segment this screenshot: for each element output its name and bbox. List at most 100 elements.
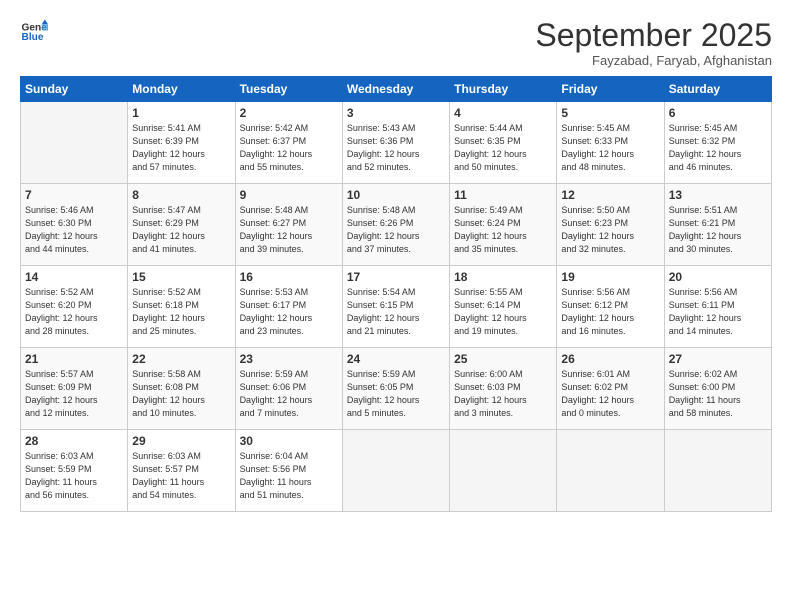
calendar-cell xyxy=(450,430,557,512)
calendar-body: 1 Sunrise: 5:41 AM Sunset: 6:39 PM Daylig… xyxy=(21,102,772,512)
day-number: 17 xyxy=(347,270,445,284)
calendar-cell xyxy=(664,430,771,512)
weekday-header-sunday: Sunday xyxy=(21,77,128,102)
weekday-header-wednesday: Wednesday xyxy=(342,77,449,102)
calendar-cell: 13Sunrise: 5:51 AM Sunset: 6:21 PM Dayli… xyxy=(664,184,771,266)
title-block: September 2025 Fayzabad, Faryab, Afghani… xyxy=(535,18,772,68)
day-number: 5 xyxy=(561,106,659,120)
weekday-header-tuesday: Tuesday xyxy=(235,77,342,102)
day-info: Sunrise: 5:57 AM Sunset: 6:09 PM Dayligh… xyxy=(25,368,123,420)
day-number: 19 xyxy=(561,270,659,284)
calendar-cell xyxy=(557,430,664,512)
calendar-cell: 8 Sunrise: 5:47 AM Sunset: 6:29 PM Daylig… xyxy=(128,184,235,266)
day-info: Sunrise: 5:46 AM Sunset: 6:30 PM Dayligh… xyxy=(25,204,123,256)
svg-text:Blue: Blue xyxy=(22,32,44,43)
weekday-header-thursday: Thursday xyxy=(450,77,557,102)
location: Fayzabad, Faryab, Afghanistan xyxy=(535,53,772,68)
calendar-cell: 16 Sunrise: 5:53 AM Sunset: 6:17 PM Dayli… xyxy=(235,266,342,348)
calendar-cell: 2 Sunrise: 5:42 AM Sunset: 6:37 PM Daylig… xyxy=(235,102,342,184)
calendar-cell: 15 Sunrise: 5:52 AM Sunset: 6:18 PM Dayli… xyxy=(128,266,235,348)
day-info: Sunrise: 5:49 AM Sunset: 6:24 PM Dayligh… xyxy=(454,204,552,256)
weekday-header-saturday: Saturday xyxy=(664,77,771,102)
day-number: 11 xyxy=(454,188,552,202)
calendar-cell: 6 Sunrise: 5:45 AM Sunset: 6:32 PM Daylig… xyxy=(664,102,771,184)
day-number: 6 xyxy=(669,106,767,120)
day-info: Sunrise: 6:00 AM Sunset: 6:03 PM Dayligh… xyxy=(454,368,552,420)
calendar-week-5: 28 Sunrise: 6:03 AM Sunset: 5:59 PM Dayli… xyxy=(21,430,772,512)
day-number: 13 xyxy=(669,188,767,202)
weekday-header-monday: Monday xyxy=(128,77,235,102)
day-number: 12 xyxy=(561,188,659,202)
day-info: Sunrise: 6:03 AM Sunset: 5:57 PM Dayligh… xyxy=(132,450,230,502)
day-info: Sunrise: 5:56 AM Sunset: 6:11 PM Dayligh… xyxy=(669,286,767,338)
day-info: Sunrise: 5:52 AM Sunset: 6:20 PM Dayligh… xyxy=(25,286,123,338)
logo: General Blue xyxy=(20,18,48,46)
day-info: Sunrise: 5:52 AM Sunset: 6:18 PM Dayligh… xyxy=(132,286,230,338)
calendar-cell: 11 Sunrise: 5:49 AM Sunset: 6:24 PM Dayli… xyxy=(450,184,557,266)
calendar-cell: 3 Sunrise: 5:43 AM Sunset: 6:36 PM Daylig… xyxy=(342,102,449,184)
day-number: 24 xyxy=(347,352,445,366)
day-number: 25 xyxy=(454,352,552,366)
day-number: 27 xyxy=(669,352,767,366)
day-number: 29 xyxy=(132,434,230,448)
day-info: Sunrise: 5:59 AM Sunset: 6:05 PM Dayligh… xyxy=(347,368,445,420)
day-info: Sunrise: 5:56 AM Sunset: 6:12 PM Dayligh… xyxy=(561,286,659,338)
day-number: 22 xyxy=(132,352,230,366)
day-info: Sunrise: 5:44 AM Sunset: 6:35 PM Dayligh… xyxy=(454,122,552,174)
calendar-cell: 18Sunrise: 5:55 AM Sunset: 6:14 PM Dayli… xyxy=(450,266,557,348)
day-number: 28 xyxy=(25,434,123,448)
calendar-cell: 22 Sunrise: 5:58 AM Sunset: 6:08 PM Dayli… xyxy=(128,348,235,430)
day-info: Sunrise: 5:41 AM Sunset: 6:39 PM Dayligh… xyxy=(132,122,230,174)
calendar-table: SundayMondayTuesdayWednesdayThursdayFrid… xyxy=(20,76,772,512)
weekday-header-row: SundayMondayTuesdayWednesdayThursdayFrid… xyxy=(21,77,772,102)
day-info: Sunrise: 5:48 AM Sunset: 6:26 PM Dayligh… xyxy=(347,204,445,256)
calendar-week-2: 7Sunrise: 5:46 AM Sunset: 6:30 PM Daylig… xyxy=(21,184,772,266)
day-number: 14 xyxy=(25,270,123,284)
calendar-cell: 23Sunrise: 5:59 AM Sunset: 6:06 PM Dayli… xyxy=(235,348,342,430)
calendar-cell: 4Sunrise: 5:44 AM Sunset: 6:35 PM Daylig… xyxy=(450,102,557,184)
day-info: Sunrise: 5:53 AM Sunset: 6:17 PM Dayligh… xyxy=(240,286,338,338)
day-info: Sunrise: 5:45 AM Sunset: 6:32 PM Dayligh… xyxy=(669,122,767,174)
calendar-cell: 5Sunrise: 5:45 AM Sunset: 6:33 PM Daylig… xyxy=(557,102,664,184)
day-number: 23 xyxy=(240,352,338,366)
month-title: September 2025 xyxy=(535,18,772,53)
day-info: Sunrise: 5:58 AM Sunset: 6:08 PM Dayligh… xyxy=(132,368,230,420)
page-header: General Blue September 2025 Fayzabad, Fa… xyxy=(20,18,772,68)
day-number: 21 xyxy=(25,352,123,366)
day-info: Sunrise: 5:55 AM Sunset: 6:14 PM Dayligh… xyxy=(454,286,552,338)
day-info: Sunrise: 6:03 AM Sunset: 5:59 PM Dayligh… xyxy=(25,450,123,502)
day-info: Sunrise: 6:04 AM Sunset: 5:56 PM Dayligh… xyxy=(240,450,338,502)
calendar-cell: 29 Sunrise: 6:03 AM Sunset: 5:57 PM Dayli… xyxy=(128,430,235,512)
calendar-cell xyxy=(21,102,128,184)
calendar-cell: 30 Sunrise: 6:04 AM Sunset: 5:56 PM Dayli… xyxy=(235,430,342,512)
calendar-cell: 9Sunrise: 5:48 AM Sunset: 6:27 PM Daylig… xyxy=(235,184,342,266)
day-number: 1 xyxy=(132,106,230,120)
calendar-cell: 10Sunrise: 5:48 AM Sunset: 6:26 PM Dayli… xyxy=(342,184,449,266)
calendar-cell: 28 Sunrise: 6:03 AM Sunset: 5:59 PM Dayli… xyxy=(21,430,128,512)
calendar-cell: 12Sunrise: 5:50 AM Sunset: 6:23 PM Dayli… xyxy=(557,184,664,266)
calendar-cell: 20 Sunrise: 5:56 AM Sunset: 6:11 PM Dayli… xyxy=(664,266,771,348)
calendar-cell: 25 Sunrise: 6:00 AM Sunset: 6:03 PM Dayli… xyxy=(450,348,557,430)
day-info: Sunrise: 5:42 AM Sunset: 6:37 PM Dayligh… xyxy=(240,122,338,174)
day-number: 3 xyxy=(347,106,445,120)
day-number: 8 xyxy=(132,188,230,202)
calendar-cell: 27Sunrise: 6:02 AM Sunset: 6:00 PM Dayli… xyxy=(664,348,771,430)
day-number: 15 xyxy=(132,270,230,284)
calendar-cell xyxy=(342,430,449,512)
day-number: 16 xyxy=(240,270,338,284)
calendar-cell: 21 Sunrise: 5:57 AM Sunset: 6:09 PM Dayli… xyxy=(21,348,128,430)
day-number: 2 xyxy=(240,106,338,120)
day-number: 20 xyxy=(669,270,767,284)
calendar-cell: 19 Sunrise: 5:56 AM Sunset: 6:12 PM Dayli… xyxy=(557,266,664,348)
calendar-week-3: 14 Sunrise: 5:52 AM Sunset: 6:20 PM Dayli… xyxy=(21,266,772,348)
day-info: Sunrise: 6:01 AM Sunset: 6:02 PM Dayligh… xyxy=(561,368,659,420)
day-info: Sunrise: 5:48 AM Sunset: 6:27 PM Dayligh… xyxy=(240,204,338,256)
day-info: Sunrise: 5:47 AM Sunset: 6:29 PM Dayligh… xyxy=(132,204,230,256)
calendar-cell: 14 Sunrise: 5:52 AM Sunset: 6:20 PM Dayli… xyxy=(21,266,128,348)
calendar-week-4: 21 Sunrise: 5:57 AM Sunset: 6:09 PM Dayli… xyxy=(21,348,772,430)
day-info: Sunrise: 5:54 AM Sunset: 6:15 PM Dayligh… xyxy=(347,286,445,338)
calendar-cell: 24 Sunrise: 5:59 AM Sunset: 6:05 PM Dayli… xyxy=(342,348,449,430)
day-number: 30 xyxy=(240,434,338,448)
day-info: Sunrise: 5:43 AM Sunset: 6:36 PM Dayligh… xyxy=(347,122,445,174)
calendar-cell: 26Sunrise: 6:01 AM Sunset: 6:02 PM Dayli… xyxy=(557,348,664,430)
